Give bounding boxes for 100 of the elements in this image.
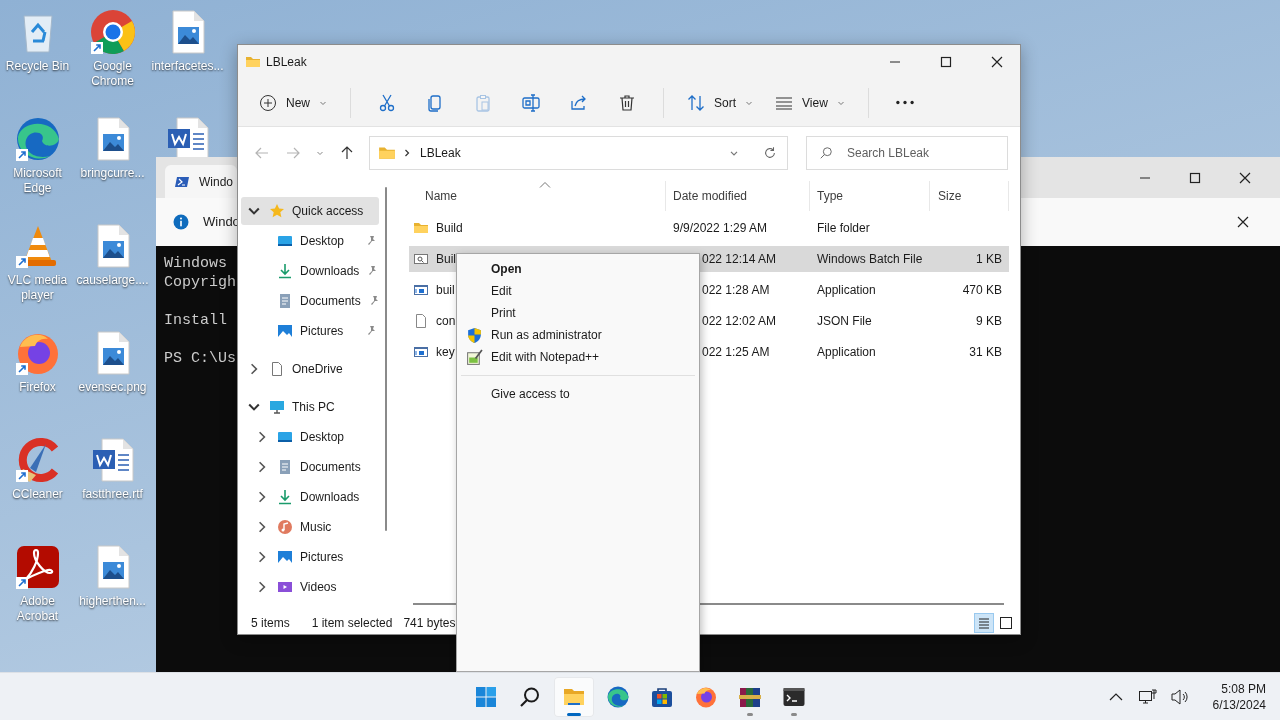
info-icon: [173, 214, 189, 230]
file-name[interactable]: Buil: [436, 250, 456, 268]
file-type: JSON File: [817, 313, 872, 330]
desktop-icon: [277, 233, 293, 249]
trash-icon: [617, 92, 637, 113]
maximize-icon: [1189, 171, 1201, 184]
address-bar[interactable]: LBLeak: [369, 136, 788, 170]
clock-date[interactable]: 6/13/2024: [1212, 697, 1266, 713]
star-icon: [269, 203, 285, 219]
speaker-icon: [1169, 687, 1190, 707]
menu-item[interactable]: Open: [457, 258, 699, 280]
tiles-view-icon: [999, 615, 1013, 630]
file-date: 9/9/2022 1:29 AM: [673, 220, 768, 237]
file-type: Windows Batch File: [817, 251, 923, 268]
file-size: 31 KB: [969, 344, 1002, 361]
download-icon: [277, 263, 293, 279]
back-arrow-icon: [254, 145, 271, 161]
tab-title: Windo: [199, 173, 233, 191]
details-view-button[interactable]: [974, 612, 994, 633]
file-name[interactable]: key: [436, 343, 455, 361]
file-type: Application: [817, 282, 876, 299]
folder-icon: [245, 54, 261, 70]
file-size: 9 KB: [976, 313, 1002, 330]
column-header[interactable]: Date modified: [666, 181, 810, 211]
selection-size: 741 bytes: [403, 614, 456, 632]
sort-button[interactable]: Sort: [680, 85, 761, 120]
notepad-icon: [466, 348, 483, 366]
close-icon: [991, 56, 1003, 68]
nav-item[interactable]: Desktop: [241, 423, 379, 451]
close-icon: [1237, 216, 1249, 228]
nav-item[interactable]: Videos: [241, 573, 379, 601]
nav-item[interactable]: Music: [241, 513, 379, 541]
selection-info: 1 item selected: [311, 614, 393, 632]
file-date: 022 12:02 AM: [702, 313, 777, 330]
document-icon: [277, 293, 293, 309]
folder-icon: [413, 220, 429, 236]
console-line: Copyrigh: [164, 273, 236, 292]
shield-icon: [466, 326, 483, 344]
menu-item[interactable]: Print: [457, 302, 699, 324]
file-name[interactable]: Build: [436, 219, 463, 237]
window-title: LBLeak: [266, 54, 308, 71]
plus-circle-icon: [258, 92, 278, 113]
clock-time[interactable]: 5:08 PM: [1221, 681, 1266, 697]
nav-item[interactable]: Pictures: [241, 543, 379, 571]
nav-item[interactable]: This PC: [241, 393, 379, 421]
search-field[interactable]: Search LBLeak: [806, 136, 1008, 170]
file-type: Application: [817, 344, 876, 361]
rename-icon: [521, 92, 541, 113]
more-icon: [895, 100, 914, 105]
nav-item[interactable]: Documents: [241, 287, 379, 315]
console-line: Install: [164, 311, 227, 330]
document-icon: [277, 459, 293, 475]
file-name[interactable]: buil: [436, 281, 455, 299]
column-header[interactable]: Type: [810, 181, 930, 211]
details-view-icon: [977, 615, 991, 630]
menu-item[interactable]: Edit with Notepad++: [457, 346, 699, 368]
file-date: 022 1:28 AM: [702, 282, 770, 299]
console-line: PS C:\Us: [164, 349, 236, 368]
nav-item[interactable]: Downloads: [241, 257, 379, 285]
nav-item[interactable]: Desktop: [241, 227, 379, 255]
file-type: File folder: [817, 220, 870, 237]
column-header[interactable]: Size: [930, 181, 1009, 211]
menu-item[interactable]: Give access to: [457, 383, 699, 405]
start-grid-icon: [474, 684, 498, 709]
monitor-icon: [269, 399, 285, 415]
video-icon: [277, 579, 293, 595]
blank-file-icon: [269, 361, 285, 377]
folder-icon: [378, 144, 396, 162]
nav-item[interactable]: Downloads: [241, 483, 379, 511]
new-button[interactable]: New: [252, 85, 334, 120]
scissors-icon: [377, 92, 397, 113]
search-icon: [819, 146, 833, 160]
file-size: 470 KB: [962, 282, 1002, 299]
desktop-icon: [277, 429, 293, 445]
nav-item[interactable]: Pictures: [241, 317, 379, 345]
menu-item[interactable]: Run as administrator: [457, 324, 699, 346]
network-icon: [1137, 687, 1158, 707]
chevron-right-icon: [402, 148, 412, 158]
nav-item[interactable]: Documents: [241, 453, 379, 481]
menu-item[interactable]: Edit: [457, 280, 699, 302]
console-line: Windows: [164, 254, 227, 273]
clipboard-icon: [473, 92, 493, 113]
terminal-tab[interactable]: Windo: [165, 165, 237, 198]
vertical-scrollbar[interactable]: [385, 187, 387, 531]
breadcrumb-item[interactable]: LBLeak: [420, 144, 461, 162]
pictures-icon: [277, 323, 293, 339]
blank-file-icon: [413, 313, 429, 329]
nav-item[interactable]: OneDrive: [241, 355, 379, 383]
view-button[interactable]: View: [768, 85, 852, 120]
file-date: 022 12:14 AM: [702, 251, 777, 268]
column-header[interactable]: Name: [409, 181, 666, 211]
file-name[interactable]: con: [436, 312, 456, 330]
close-icon: [1239, 171, 1251, 184]
batch-file-icon: [413, 251, 429, 267]
nav-item[interactable]: Quick access: [241, 197, 379, 225]
music-icon: [277, 519, 293, 535]
item-count: 5 items: [251, 614, 290, 632]
file-date: 022 1:25 AM: [702, 344, 770, 361]
file-size: 1 KB: [976, 251, 1002, 268]
forward-arrow-icon: [285, 145, 302, 161]
